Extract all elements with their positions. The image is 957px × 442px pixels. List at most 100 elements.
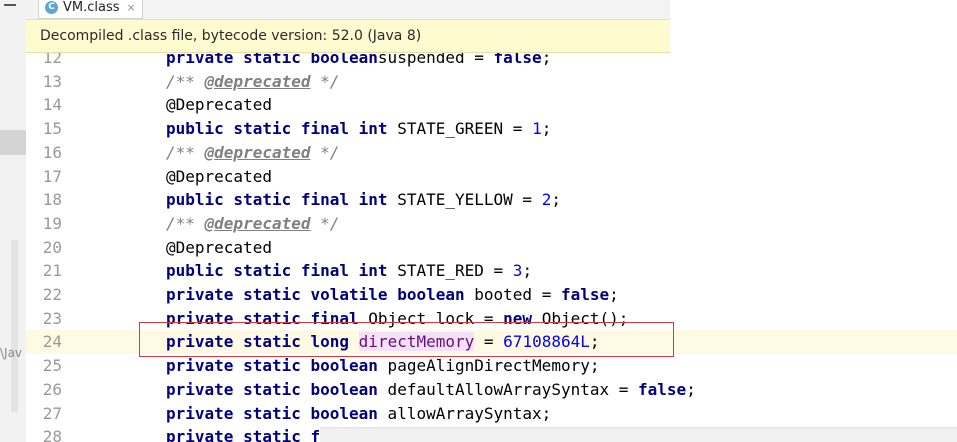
code-line[interactable]: 19 /** @deprecated */ bbox=[26, 212, 957, 236]
code-token: private static boolean bbox=[166, 379, 378, 399]
code-token: Object(); bbox=[532, 308, 629, 328]
code-token: pageAlignDirectMemory; bbox=[377, 356, 600, 376]
code-token: /** bbox=[166, 213, 205, 233]
code-text: private static final Object lock = new O… bbox=[166, 307, 628, 331]
line-number: 20 bbox=[42, 237, 62, 257]
code-text: public static final int STATE_YELLOW = 2… bbox=[166, 188, 561, 212]
code-line[interactable]: 22 private static volatile boolean booted… bbox=[26, 283, 957, 307]
decompiled-notice-bar: Decompiled .class file, bytecode version… bbox=[26, 20, 670, 53]
code-text: /** @deprecated */ bbox=[166, 141, 339, 165]
code-token: directMemory bbox=[358, 332, 475, 352]
code-line[interactable]: 21 public static final int STATE_RED = 3; bbox=[26, 259, 957, 283]
code-line[interactable]: 14 @Deprecated bbox=[26, 93, 957, 117]
code-token: 67108864L bbox=[503, 332, 590, 352]
project-tree-selected-row[interactable] bbox=[0, 130, 26, 155]
project-panel-scrollbar[interactable] bbox=[11, 240, 18, 412]
line-number: 26 bbox=[42, 379, 62, 399]
code-token: @deprecated bbox=[204, 142, 311, 162]
code-token: false bbox=[493, 53, 542, 67]
tab-label: VM.class bbox=[63, 0, 120, 15]
tab-bar-empty-area bbox=[670, 0, 957, 44]
line-number: 14 bbox=[42, 95, 62, 115]
code-line[interactable]: 26 private static boolean defaultAllowArr… bbox=[26, 378, 957, 402]
code-token: allowArraySyntax; bbox=[377, 403, 552, 423]
line-number: 24 bbox=[42, 332, 62, 352]
code-text: public static final int STATE_RED = 3; bbox=[166, 259, 532, 283]
collapse-icon[interactable] bbox=[4, 4, 16, 6]
code-token: ; bbox=[609, 285, 619, 304]
code-token: defaultAllowArraySyntax = bbox=[377, 379, 639, 399]
project-path-fragment: \Jav bbox=[0, 346, 23, 360]
project-panel-strip[interactable]: \Jav bbox=[0, 0, 27, 442]
line-number: 25 bbox=[42, 356, 62, 376]
code-token: 3 bbox=[512, 261, 523, 281]
code-token: false bbox=[638, 379, 687, 399]
line-number: 27 bbox=[42, 403, 62, 423]
code-token: = bbox=[474, 332, 504, 352]
code-text: private static volatile boolean booted =… bbox=[166, 283, 619, 307]
code-token: ; bbox=[551, 190, 561, 210]
code-token: private static boolean bbox=[166, 403, 378, 423]
code-line[interactable]: 18 public static final int STATE_YELLOW =… bbox=[26, 188, 957, 212]
code-line[interactable]: 27 private static boolean allowArraySynta… bbox=[26, 402, 957, 426]
code-token: @Deprecated bbox=[166, 237, 272, 257]
code-token: ; bbox=[541, 119, 552, 139]
ide-window: \Jav C VM.class × Decompiled .class file… bbox=[0, 0, 957, 442]
code-token: */ bbox=[310, 213, 340, 233]
code-text: private static booleansuspended = false; bbox=[166, 53, 551, 70]
line-number: 18 bbox=[42, 190, 62, 210]
code-token: false bbox=[560, 285, 610, 304]
class-file-icon: C bbox=[45, 0, 58, 14]
code-token: private static volatile boolean bbox=[166, 285, 465, 304]
code-text: private static boolean pageAlignDirectMe… bbox=[166, 354, 599, 378]
code-token: STATE_GREEN = bbox=[387, 119, 533, 139]
code-token: /** bbox=[166, 142, 205, 162]
code-token: ; bbox=[686, 379, 696, 399]
code-text: public static final int STATE_GREEN = 1; bbox=[166, 117, 551, 141]
code-line[interactable]: 20 @Deprecated bbox=[26, 236, 957, 260]
code-token: private static final bbox=[166, 308, 359, 328]
code-text: @Deprecated bbox=[166, 236, 272, 260]
code-text: private static boolean allowArraySyntax; bbox=[166, 402, 551, 426]
code-token: @deprecated bbox=[204, 71, 311, 91]
editor-tab-bar: C VM.class × bbox=[26, 0, 957, 44]
code-text: /** @deprecated */ bbox=[166, 212, 339, 236]
code-editor[interactable]: 12 private static booleansuspended = fals… bbox=[26, 53, 957, 442]
code-token: @Deprecated bbox=[166, 95, 272, 115]
code-line[interactable]: 25 private static boolean pageAlignDirect… bbox=[26, 354, 957, 378]
code-token: private static boolean bbox=[166, 53, 378, 67]
line-number: 28 bbox=[42, 427, 62, 442]
code-line[interactable]: 13 /** @deprecated */ bbox=[26, 70, 957, 94]
line-number: 17 bbox=[42, 166, 62, 186]
code-token: 1 bbox=[532, 119, 542, 139]
line-number: 15 bbox=[42, 119, 62, 139]
line-number: 22 bbox=[42, 285, 62, 304]
horizontal-scrollbar[interactable] bbox=[320, 427, 957, 442]
code-token: booted = bbox=[464, 285, 561, 304]
code-text: /** @deprecated */ bbox=[166, 70, 339, 94]
code-token: 2 bbox=[541, 190, 552, 210]
code-token: ; bbox=[589, 332, 600, 352]
code-token: private static boolean bbox=[166, 356, 378, 376]
line-number: 16 bbox=[42, 142, 62, 162]
tab-vm-class[interactable]: C VM.class × bbox=[38, 0, 143, 19]
code-token: /** bbox=[166, 71, 205, 91]
code-token: */ bbox=[310, 71, 340, 91]
code-token: Object lock = bbox=[358, 308, 504, 328]
code-token: suspended = bbox=[377, 53, 494, 67]
code-line[interactable]: 24 private static long directMemory = 671… bbox=[26, 330, 957, 355]
code-line[interactable]: 23 private static final Object lock = new… bbox=[26, 307, 957, 331]
code-token: @Deprecated bbox=[166, 166, 272, 186]
code-token: public static final int bbox=[166, 190, 388, 210]
code-line[interactable]: 16 /** @deprecated */ bbox=[26, 141, 957, 165]
code-line[interactable]: 15 public static final int STATE_GREEN = … bbox=[26, 117, 957, 141]
code-line[interactable]: 17 @Deprecated bbox=[26, 165, 957, 189]
line-number: 23 bbox=[42, 308, 62, 328]
code-line[interactable]: 12 private static booleansuspended = fals… bbox=[26, 53, 957, 70]
code-text: private static long directMemory = 67108… bbox=[166, 330, 600, 354]
line-number: 12 bbox=[42, 53, 62, 67]
code-token: */ bbox=[310, 142, 340, 162]
code-token: ; bbox=[541, 53, 552, 67]
close-icon[interactable]: × bbox=[127, 1, 136, 14]
